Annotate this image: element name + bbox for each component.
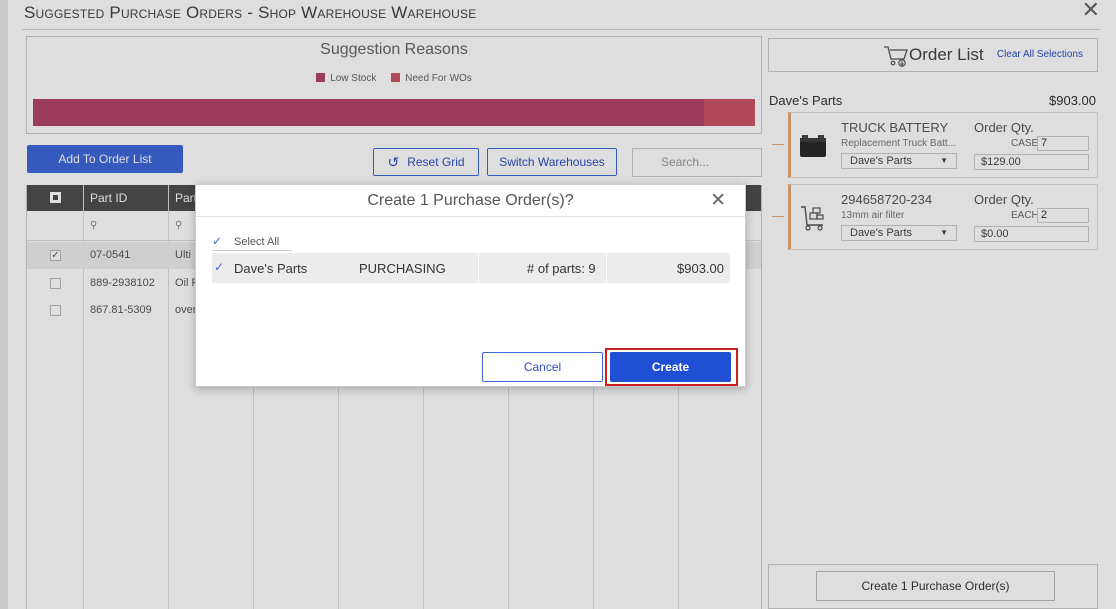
select-all-label: Select All	[234, 236, 280, 248]
dialog-divider	[196, 216, 745, 217]
po-row[interactable]: ✓ Dave's Parts PURCHASING # of parts: 9 …	[212, 253, 730, 283]
select-all-checkbox[interactable]: ✓ Select All	[212, 233, 292, 251]
check-icon: ✓	[212, 234, 223, 248]
check-icon[interactable]: ✓	[214, 260, 224, 274]
po-part-count: # of parts: 9	[527, 261, 596, 276]
create-button[interactable]: Create	[610, 352, 731, 382]
po-department: PURCHASING	[359, 261, 446, 276]
dialog-title: Create 1 Purchase Order(s)?	[367, 192, 574, 209]
cell-divider	[478, 253, 479, 283]
cancel-button[interactable]: Cancel	[482, 352, 603, 382]
create-po-dialog: Create 1 Purchase Order(s)? ✕ ✓ Select A…	[195, 184, 746, 387]
close-icon[interactable]: ✕	[710, 189, 726, 212]
po-amount: $903.00	[677, 261, 724, 276]
cell-divider	[606, 253, 607, 283]
po-vendor: Dave's Parts	[234, 261, 308, 276]
